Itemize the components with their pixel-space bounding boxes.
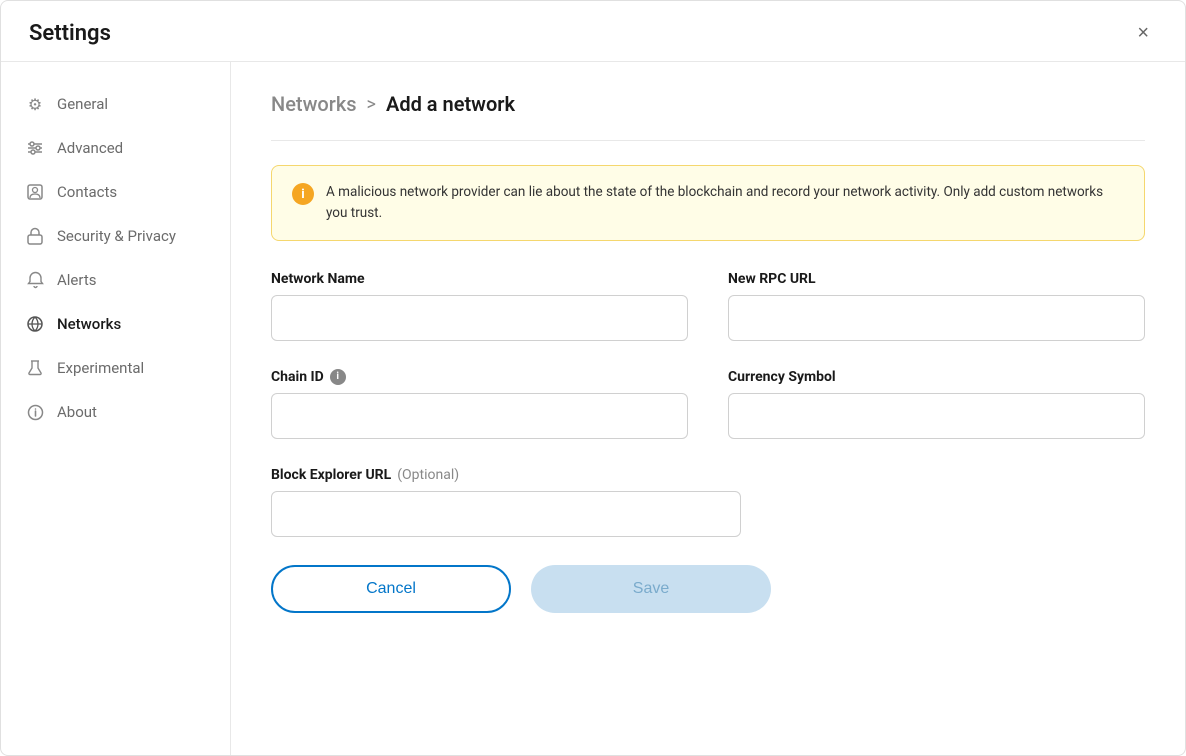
title-bar: Settings × bbox=[1, 1, 1185, 62]
networks-icon bbox=[25, 314, 45, 334]
cancel-button[interactable]: Cancel bbox=[271, 565, 511, 613]
sidebar-label-experimental: Experimental bbox=[57, 359, 144, 377]
sidebar: ⚙ General Advanced bbox=[1, 62, 231, 755]
about-icon bbox=[25, 402, 45, 422]
sidebar-label-networks: Networks bbox=[57, 315, 121, 333]
chain-id-input[interactable] bbox=[271, 393, 688, 439]
sidebar-item-security-privacy[interactable]: Security & Privacy bbox=[1, 214, 230, 258]
sidebar-label-security: Security & Privacy bbox=[57, 227, 176, 245]
optional-label: (Optional) bbox=[397, 467, 459, 483]
content-area: Networks > Add a network i A malicious n… bbox=[231, 62, 1185, 755]
breadcrumb-networks[interactable]: Networks bbox=[271, 92, 357, 116]
currency-symbol-input[interactable] bbox=[728, 393, 1145, 439]
network-name-group: Network Name bbox=[271, 271, 688, 341]
sidebar-item-general[interactable]: ⚙ General bbox=[1, 82, 230, 126]
advanced-icon bbox=[25, 138, 45, 158]
new-rpc-url-label: New RPC URL bbox=[728, 271, 1145, 287]
currency-symbol-group: Currency Symbol bbox=[728, 369, 1145, 439]
settings-title: Settings bbox=[29, 21, 111, 46]
block-explorer-url-label: Block Explorer URL (Optional) bbox=[271, 467, 1145, 483]
chain-id-label: Chain ID i bbox=[271, 369, 688, 385]
divider bbox=[271, 140, 1145, 141]
breadcrumb-current: Add a network bbox=[386, 92, 515, 116]
sidebar-item-networks[interactable]: Networks bbox=[1, 302, 230, 346]
currency-symbol-label: Currency Symbol bbox=[728, 369, 1145, 385]
sidebar-item-alerts[interactable]: Alerts bbox=[1, 258, 230, 302]
sidebar-item-contacts[interactable]: Contacts bbox=[1, 170, 230, 214]
sidebar-item-about[interactable]: About bbox=[1, 390, 230, 434]
bell-icon bbox=[25, 270, 45, 290]
button-row: Cancel Save bbox=[271, 565, 1145, 613]
settings-window: Settings × ⚙ General A bbox=[0, 0, 1186, 756]
close-button[interactable]: × bbox=[1129, 19, 1157, 47]
chain-id-info-icon[interactable]: i bbox=[330, 369, 346, 385]
contacts-icon bbox=[25, 182, 45, 202]
sidebar-item-advanced[interactable]: Advanced bbox=[1, 126, 230, 170]
warning-box: i A malicious network provider can lie a… bbox=[271, 165, 1145, 241]
sidebar-label-alerts: Alerts bbox=[57, 271, 97, 289]
sidebar-label-advanced: Advanced bbox=[57, 139, 123, 157]
form-grid: Network Name New RPC URL Chain ID i Curr… bbox=[271, 271, 1145, 537]
save-button: Save bbox=[531, 565, 771, 613]
warning-icon: i bbox=[292, 183, 314, 205]
sidebar-label-general: General bbox=[57, 95, 108, 113]
network-name-label: Network Name bbox=[271, 271, 688, 287]
breadcrumb: Networks > Add a network bbox=[271, 92, 1145, 116]
network-name-input[interactable] bbox=[271, 295, 688, 341]
gear-icon: ⚙ bbox=[25, 94, 45, 114]
warning-text: A malicious network provider can lie abo… bbox=[326, 182, 1124, 224]
new-rpc-url-group: New RPC URL bbox=[728, 271, 1145, 341]
main-content: ⚙ General Advanced bbox=[1, 62, 1185, 755]
experimental-icon bbox=[25, 358, 45, 378]
block-explorer-url-input[interactable] bbox=[271, 491, 741, 537]
sidebar-label-contacts: Contacts bbox=[57, 183, 117, 201]
lock-icon bbox=[25, 226, 45, 246]
new-rpc-url-input[interactable] bbox=[728, 295, 1145, 341]
chain-id-group: Chain ID i bbox=[271, 369, 688, 439]
block-explorer-url-group: Block Explorer URL (Optional) bbox=[271, 467, 1145, 537]
sidebar-label-about: About bbox=[57, 403, 97, 421]
sidebar-item-experimental[interactable]: Experimental bbox=[1, 346, 230, 390]
breadcrumb-separator: > bbox=[367, 94, 376, 115]
